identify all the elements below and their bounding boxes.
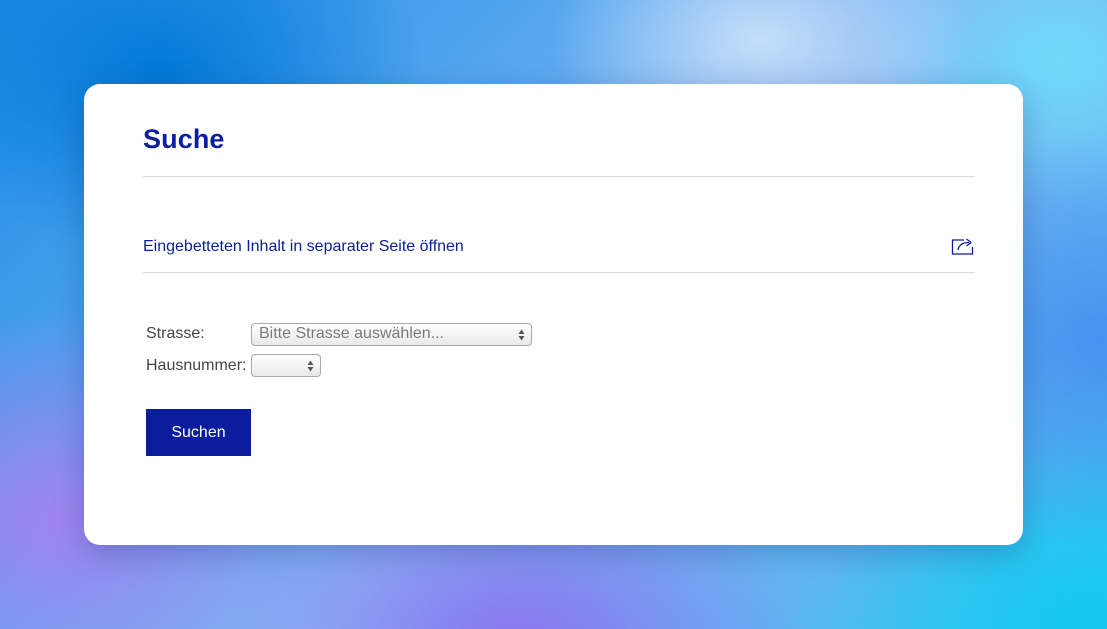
street-label: Strasse: bbox=[146, 325, 205, 342]
house-number-select[interactable] bbox=[251, 354, 321, 377]
page-title: Suche bbox=[143, 124, 225, 154]
open-embedded-content-link[interactable]: Eingebetteten Inhalt in separater Seite … bbox=[143, 238, 464, 256]
select-arrows-icon bbox=[307, 360, 314, 372]
street-select-placeholder: Bitte Strasse auswählen... bbox=[259, 325, 444, 342]
external-share-icon[interactable] bbox=[950, 236, 976, 256]
house-number-label: Hausnummer: bbox=[146, 357, 247, 374]
select-arrows-icon bbox=[518, 329, 525, 341]
title-divider bbox=[143, 176, 975, 177]
street-select[interactable]: Bitte Strasse auswählen... bbox=[251, 323, 532, 346]
search-button[interactable]: Suchen bbox=[146, 409, 251, 456]
link-divider bbox=[143, 272, 975, 273]
search-card: Suche Eingebetteten Inhalt in separater … bbox=[84, 84, 1023, 545]
